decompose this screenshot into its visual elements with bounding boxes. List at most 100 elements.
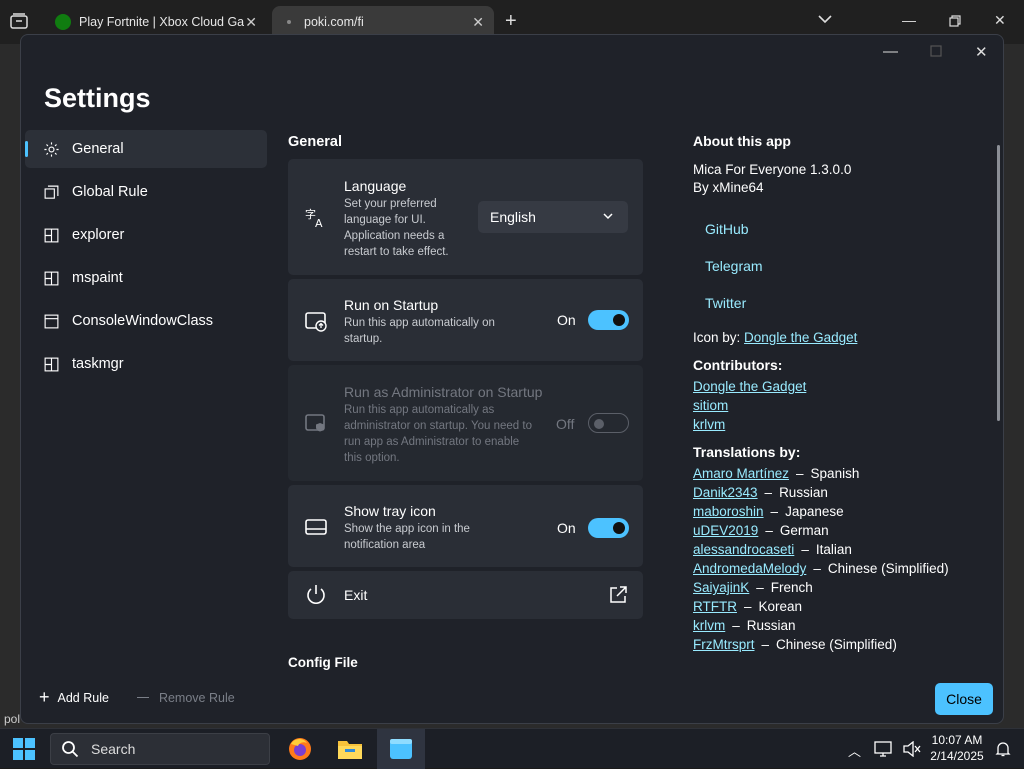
twitter-link[interactable]: Twitter bbox=[705, 295, 746, 311]
mica-app-taskbar-button[interactable] bbox=[377, 729, 425, 769]
about-panel: About this app Mica For Everyone 1.3.0.0… bbox=[693, 133, 983, 654]
translator-link[interactable]: Amaro Martínez bbox=[693, 466, 789, 481]
separator: – bbox=[796, 466, 804, 481]
language-value: English bbox=[490, 209, 536, 225]
remove-rule-label: Remove Rule bbox=[158, 690, 235, 705]
show-tray-icon-card: Show tray icon Show the app icon in the … bbox=[288, 485, 643, 567]
new-tab-button[interactable]: + bbox=[505, 10, 517, 33]
nav-item-global-rule[interactable]: Global Rule bbox=[25, 173, 267, 211]
translator-link[interactable]: FrzMtrsprt bbox=[693, 637, 755, 652]
nav-item-taskmgr[interactable]: taskmgr bbox=[25, 345, 267, 383]
separator: – bbox=[770, 504, 779, 519]
translation-language: Japanese bbox=[785, 504, 844, 519]
contributor-link[interactable]: sitiom bbox=[693, 398, 728, 413]
minimize-icon[interactable]: — bbox=[902, 12, 916, 28]
translator-link[interactable]: alessandrocaseti bbox=[693, 542, 794, 557]
network-icon[interactable] bbox=[874, 741, 892, 757]
exit-button[interactable]: Exit bbox=[288, 571, 643, 619]
close-icon[interactable]: ✕ bbox=[472, 14, 484, 31]
language-select[interactable]: English bbox=[478, 201, 628, 233]
app-grid-icon bbox=[44, 357, 59, 371]
translation-row: maboroshin – Japanese bbox=[693, 502, 983, 521]
background-fragment-text: pol bbox=[4, 712, 21, 726]
windows-start-icon[interactable] bbox=[13, 738, 35, 760]
translator-link[interactable]: AndromedaMelody bbox=[693, 561, 806, 576]
translation-language: Russian bbox=[746, 618, 796, 633]
remove-rule-button: Remove Rule bbox=[136, 690, 235, 705]
startup-title: Run on Startup bbox=[344, 297, 439, 313]
close-icon[interactable]: ✕ bbox=[245, 14, 257, 31]
rules-navigation: General Global Rule explorer mspaint Con… bbox=[25, 130, 267, 388]
taskbar-search[interactable]: Search bbox=[50, 733, 270, 765]
startup-state: On bbox=[557, 312, 576, 328]
translation-row: alessandrocaseti – Italian bbox=[693, 540, 983, 559]
chevron-down-icon bbox=[603, 213, 613, 220]
search-placeholder: Search bbox=[91, 741, 136, 757]
admin-description: Run this app automatically as administra… bbox=[344, 404, 532, 464]
close-button[interactable]: Close bbox=[935, 683, 993, 715]
translator-link[interactable]: maboroshin bbox=[693, 504, 764, 519]
nav-item-label: mspaint bbox=[72, 270, 123, 286]
close-window-icon[interactable]: ✕ bbox=[994, 12, 1006, 29]
nav-item-mspaint[interactable]: mspaint bbox=[25, 259, 267, 297]
search-icon bbox=[62, 741, 79, 758]
exit-label: Exit bbox=[344, 587, 368, 603]
separator: – bbox=[732, 618, 740, 633]
maximize-icon bbox=[930, 45, 942, 57]
separator: – bbox=[744, 599, 752, 614]
translator-link[interactable]: uDEV2019 bbox=[693, 523, 758, 538]
notification-bell-icon[interactable] bbox=[995, 741, 1011, 757]
nav-item-general[interactable]: General bbox=[25, 130, 267, 168]
translation-language: Chinese (Simplified) bbox=[776, 637, 897, 652]
toggle-knob bbox=[594, 419, 604, 429]
contributor-link[interactable]: Dongle the Gadget bbox=[693, 379, 806, 394]
tab-actions-icon[interactable] bbox=[10, 13, 28, 29]
translator-link[interactable]: krlvm bbox=[693, 618, 725, 633]
loading-icon bbox=[287, 20, 291, 24]
clock[interactable]: 10:07 AM 2/14/2025 bbox=[926, 732, 988, 764]
tab-title: poki.com/fi bbox=[304, 15, 364, 29]
separator: – bbox=[765, 523, 773, 538]
folder-icon bbox=[338, 741, 362, 759]
tray-state: On bbox=[557, 520, 576, 536]
github-link[interactable]: GitHub bbox=[705, 221, 749, 237]
toggle-knob bbox=[613, 314, 625, 326]
add-rule-button[interactable]: + Add Rule bbox=[39, 687, 109, 708]
contributors-title: Contributors: bbox=[693, 357, 783, 373]
minimize-icon[interactable]: — bbox=[883, 43, 898, 60]
translation-language: French bbox=[770, 580, 813, 595]
nav-item-explorer[interactable]: explorer bbox=[25, 216, 267, 254]
icon-author-link[interactable]: Dongle the Gadget bbox=[744, 330, 857, 345]
file-explorer-taskbar-button[interactable] bbox=[326, 729, 374, 769]
separator: – bbox=[764, 485, 773, 500]
translation-row: RTFTR – Korean bbox=[693, 597, 983, 616]
translator-link[interactable]: Danik2343 bbox=[693, 485, 758, 500]
xbox-icon bbox=[55, 14, 71, 30]
language-description: Set your preferred language for UI. Appl… bbox=[344, 198, 449, 258]
startup-toggle[interactable] bbox=[588, 310, 629, 330]
firefox-taskbar-button[interactable] bbox=[276, 729, 324, 769]
scrollbar[interactable] bbox=[997, 145, 1000, 421]
chevron-down-icon[interactable] bbox=[817, 13, 833, 25]
close-window-icon[interactable]: ✕ bbox=[975, 43, 988, 61]
app-version: Mica For Everyone 1.3.0.0 bbox=[693, 162, 852, 177]
restore-icon[interactable] bbox=[949, 15, 961, 27]
translation-language: German bbox=[779, 523, 829, 538]
clock-date: 2/14/2025 bbox=[930, 749, 984, 763]
telegram-link[interactable]: Telegram bbox=[705, 258, 763, 274]
contributor-link[interactable]: krlvm bbox=[693, 417, 725, 432]
nav-item-label: taskmgr bbox=[72, 356, 124, 372]
translation-language: Chinese (Simplified) bbox=[827, 561, 949, 576]
tray-toggle[interactable] bbox=[588, 518, 629, 538]
section-title-general: General bbox=[288, 134, 342, 150]
chevron-up-icon[interactable]: ︿ bbox=[848, 741, 861, 760]
volume-muted-icon[interactable] bbox=[903, 741, 921, 757]
translator-link[interactable]: SaiyajinK bbox=[693, 580, 749, 595]
translator-link[interactable]: RTFTR bbox=[693, 599, 737, 614]
translation-language: Spanish bbox=[810, 466, 860, 481]
separator: – bbox=[761, 637, 770, 652]
nav-item-consolewindowclass[interactable]: ConsoleWindowClass bbox=[25, 302, 267, 340]
about-title: About this app bbox=[693, 133, 791, 149]
settings-window: — ✕ Settings General Global Rule explore… bbox=[20, 34, 1004, 724]
gear-icon bbox=[44, 141, 59, 157]
